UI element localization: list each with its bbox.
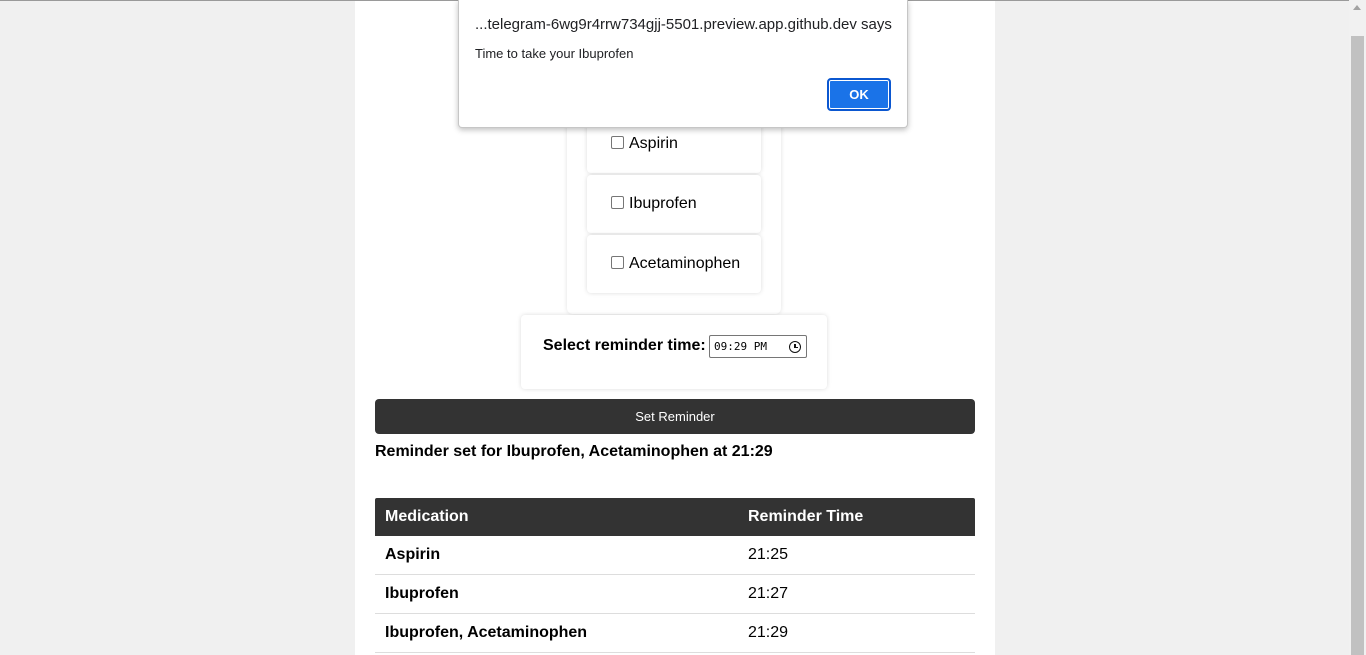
medication-label: Ibuprofen	[629, 195, 697, 212]
scrollbar-thumb[interactable]	[1351, 36, 1364, 655]
acetaminophen-checkbox[interactable]	[611, 256, 624, 269]
reminder-time-card: Select reminder time: 09:29 PM	[521, 315, 827, 389]
clock-icon[interactable]	[789, 341, 801, 353]
medication-item-ibuprofen[interactable]: Ibuprofen	[587, 175, 761, 233]
column-header-reminder-time: Reminder Time	[748, 508, 864, 525]
ibuprofen-checkbox[interactable]	[611, 196, 624, 209]
cell-reminder-time: 21:27	[748, 585, 789, 602]
dialog-origin-text: ...telegram-6wg9r4rrw734gjj-5501.preview…	[475, 16, 892, 33]
medication-label: Acetaminophen	[629, 255, 741, 272]
table-header: Medication Reminder Time	[375, 498, 975, 536]
vertical-scrollbar[interactable]	[1349, 0, 1366, 655]
dialog-ok-button[interactable]: OK	[827, 78, 891, 111]
table-row: Ibuprofen, Acetaminophen 21:29	[375, 614, 975, 653]
cell-reminder-time: 21:25	[748, 546, 789, 563]
medication-list: Aspirin Ibuprofen Acetaminophen	[567, 111, 781, 314]
reminder-table: Medication Reminder Time Aspirin 21:25 I…	[375, 498, 975, 653]
medication-item-acetaminophen[interactable]: Acetaminophen	[587, 235, 761, 293]
cell-reminder-time: 21:29	[748, 624, 789, 641]
scroll-up-arrow-icon[interactable]	[1353, 5, 1361, 10]
dialog-message: Time to take your Ibuprofen	[475, 46, 634, 61]
reminder-time-input[interactable]: 09:29 PM	[709, 335, 807, 358]
alert-dialog: ...telegram-6wg9r4rrw734gjj-5501.preview…	[458, 0, 908, 128]
medication-label: Aspirin	[629, 135, 678, 152]
time-input-value: 09:29 PM	[714, 340, 767, 353]
cell-medication: Aspirin	[385, 546, 441, 563]
reminder-time-label: Select reminder time:	[543, 337, 706, 354]
table-row: Aspirin 21:25	[375, 536, 975, 575]
cell-medication: Ibuprofen	[385, 585, 459, 602]
table-row: Ibuprofen 21:27	[375, 575, 975, 614]
aspirin-checkbox[interactable]	[611, 136, 624, 149]
set-reminder-button[interactable]: Set Reminder	[375, 399, 975, 434]
reminder-status-message: Reminder set for Ibuprofen, Acetaminophe…	[375, 443, 773, 460]
cell-medication: Ibuprofen, Acetaminophen	[385, 624, 588, 641]
column-header-medication: Medication	[385, 508, 469, 525]
